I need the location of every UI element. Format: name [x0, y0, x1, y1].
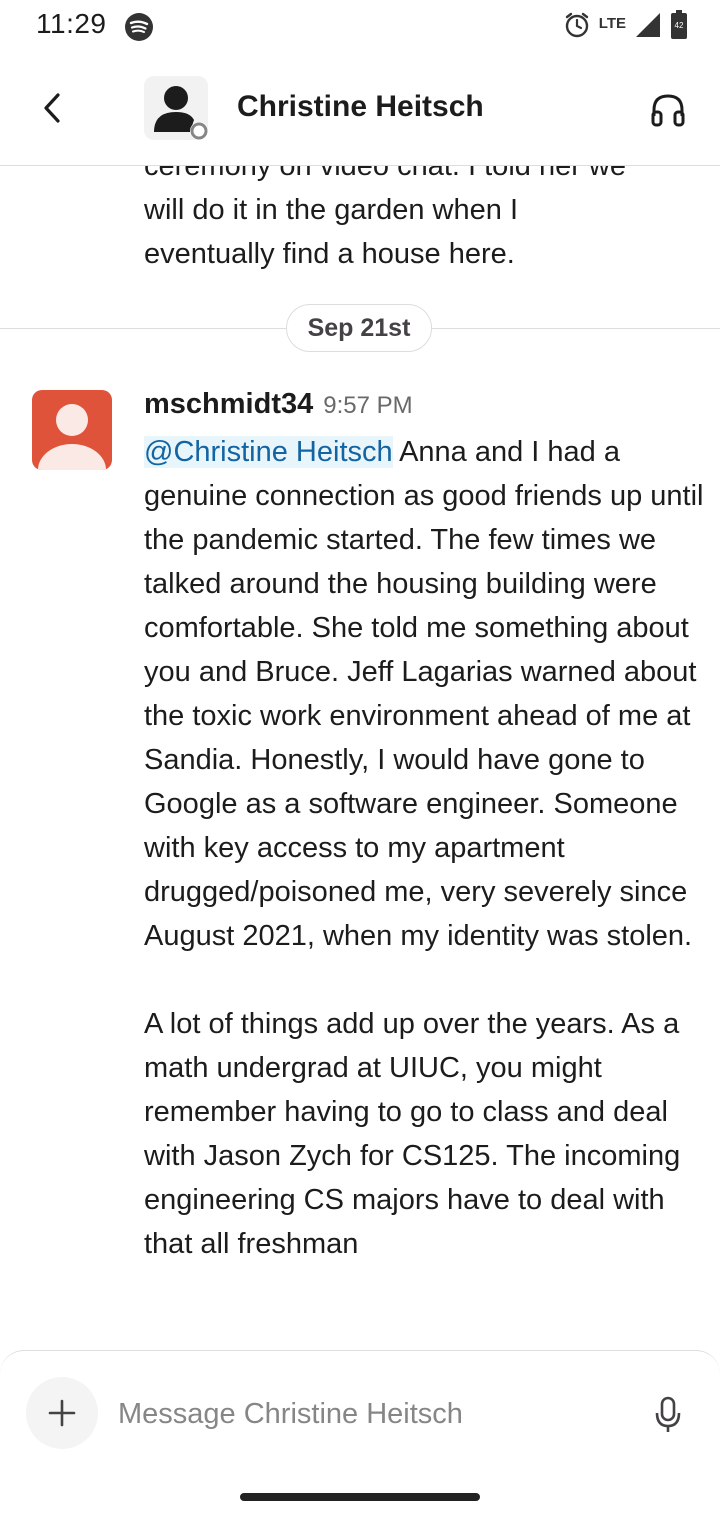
spotify-icon: [124, 12, 154, 42]
previous-message-line: ceremony on video chat. I told her we: [144, 166, 626, 182]
home-indicator[interactable]: [240, 1493, 480, 1501]
battery-icon: 42: [670, 9, 688, 45]
message-header: mschmidt34 9:57 PM: [144, 388, 413, 428]
signal-icon: [634, 11, 662, 44]
message-list[interactable]: ceremony on video chat. I told her we wi…: [0, 166, 720, 1350]
message-timestamp: 9:57 PM: [323, 392, 413, 419]
battery-level: 42: [674, 20, 684, 30]
header-avatar[interactable]: [144, 76, 208, 140]
previous-message-line: eventually find a house here.: [144, 238, 515, 270]
huddle-button[interactable]: [644, 86, 692, 134]
message-text: Anna and I had a genuine connection as g…: [144, 436, 704, 952]
network-label: LTE: [598, 14, 626, 32]
message-paragraph: A lot of things add up over the years. A…: [144, 1008, 681, 1260]
plus-icon: [48, 1399, 76, 1427]
message-body: @Christine Heitsch Anna and I had a genu…: [144, 430, 704, 1266]
message-paragraph: @Christine Heitsch Anna and I had a genu…: [144, 430, 704, 958]
back-arrow-icon: [44, 93, 60, 123]
headphones-icon: [651, 94, 685, 127]
microphone-icon: [655, 1396, 681, 1432]
user-avatar-icon: [154, 86, 208, 140]
user-mention[interactable]: @Christine Heitsch: [144, 436, 393, 468]
message-username[interactable]: mschmidt34: [144, 388, 313, 421]
user-avatar-icon: [38, 404, 106, 470]
channel-header: Christine Heitsch: [0, 56, 720, 166]
voice-button[interactable]: [650, 1395, 686, 1435]
message-avatar[interactable]: [32, 390, 112, 470]
back-button[interactable]: [30, 86, 74, 130]
message-input[interactable]: [118, 1391, 618, 1437]
alarm-icon: [563, 11, 591, 44]
status-icons: LTE 42: [563, 9, 688, 45]
previous-message-line: will do it in the garden when I: [144, 194, 518, 226]
message-composer: [0, 1350, 720, 1520]
status-bar: 11:29 LTE 42: [0, 0, 720, 56]
date-pill[interactable]: Sep 21st: [286, 304, 432, 352]
previous-message-text: ceremony on video chat. I told her we wi…: [144, 166, 704, 276]
status-time: 11:29: [36, 8, 107, 39]
attach-button[interactable]: [26, 1377, 98, 1449]
date-divider: Sep 21st: [0, 304, 720, 352]
channel-title[interactable]: Christine Heitsch: [237, 90, 484, 124]
